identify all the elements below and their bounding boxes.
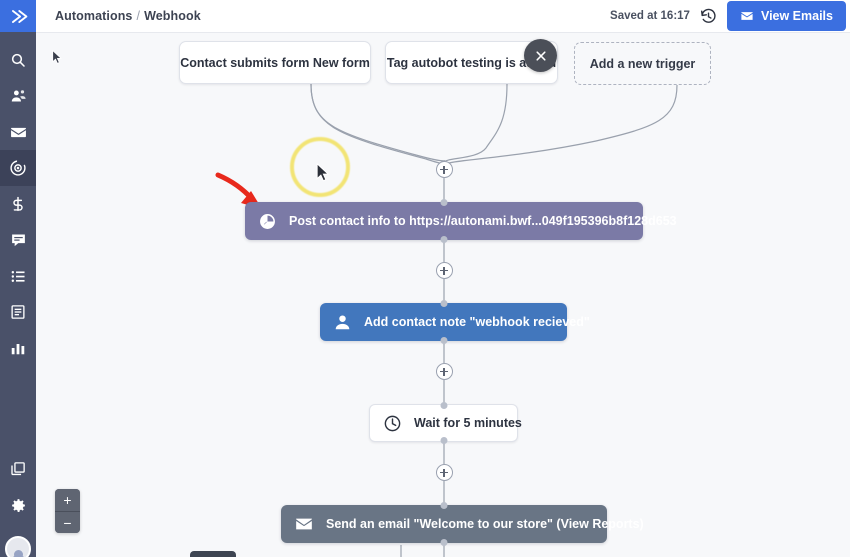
- trigger-card-1[interactable]: Contact submits form New form: [179, 41, 371, 84]
- step-node-contact-note-label: Add contact note "webhook recieved": [364, 315, 590, 329]
- mouse-pointer-icon: [316, 162, 331, 188]
- node-port-bottom: [440, 437, 447, 444]
- avatar[interactable]: [0, 527, 36, 557]
- automation-canvas[interactable]: Contact submits form New form Tag autobo…: [36, 33, 850, 557]
- breadcrumb: Automations / Webhook: [55, 9, 201, 23]
- breadcrumb-root[interactable]: Automations: [55, 9, 133, 23]
- step-node-webhook[interactable]: Post contact info to https://autonami.bw…: [245, 199, 677, 243]
- user-avatar-icon: [5, 536, 31, 557]
- add-new-trigger-label: Add a new trigger: [589, 56, 696, 71]
- add-step-button-4[interactable]: [435, 464, 453, 481]
- automation-builder-window: Automations / Webhook Saved at 16:17 View …: [0, 0, 850, 557]
- clock-rewind-icon[interactable]: [700, 8, 717, 25]
- breadcrumb-separator: /: [136, 9, 141, 23]
- node-port-top: [440, 502, 448, 509]
- zoom-in-button[interactable]: +: [55, 489, 80, 511]
- step-node-webhook-label: Post contact info to https://autonami.bw…: [289, 214, 677, 228]
- node-port-top: [440, 300, 447, 307]
- sidebar-item-settings[interactable]: [0, 487, 36, 523]
- envelope-icon: [294, 514, 314, 534]
- zoom-controls: + −: [55, 489, 80, 533]
- gear-icon: [11, 498, 25, 512]
- node-port-bottom: [440, 236, 448, 243]
- step-node-wait[interactable]: Wait for 5 minutes: [369, 402, 522, 444]
- sidebar-item-reports[interactable]: [0, 330, 36, 366]
- node-port-bottom: [440, 539, 448, 546]
- double-chevron-right-icon: [11, 9, 27, 23]
- sidebar-item-automations[interactable]: [0, 150, 36, 186]
- webhook-icon: [258, 212, 277, 231]
- contacts-icon: [11, 89, 26, 101]
- add-new-trigger-card[interactable]: Add a new trigger: [574, 42, 711, 85]
- trigger-card-1-label: Contact submits form New form: [180, 55, 370, 70]
- bar-chart-icon: [11, 344, 25, 355]
- copy-icon: [11, 462, 25, 476]
- dollar-icon: [13, 196, 23, 212]
- sidebar-item-campaigns[interactable]: [0, 114, 36, 150]
- zoom-out-button[interactable]: −: [55, 511, 80, 533]
- step-node-wait-label: Wait for 5 minutes: [414, 416, 522, 430]
- step-node-partial-below[interactable]: [190, 551, 236, 557]
- main-sidebar: [0, 0, 36, 557]
- node-port-top: [440, 402, 447, 409]
- close-button[interactable]: [524, 39, 557, 72]
- search-icon: [11, 53, 25, 67]
- add-step-button-1[interactable]: [435, 161, 453, 178]
- chat-icon: [11, 233, 25, 246]
- sidebar-item-templates[interactable]: [0, 451, 36, 487]
- close-icon: [535, 50, 546, 61]
- breadcrumb-current: Webhook: [144, 9, 201, 23]
- app-logo[interactable]: [0, 0, 36, 32]
- step-node-send-email-label: Send an email "Welcome to our store" (Vi…: [326, 517, 644, 531]
- sidebar-item-contacts[interactable]: [0, 78, 36, 114]
- top-bar: Automations / Webhook Saved at 16:17 View …: [36, 0, 850, 33]
- top-bar-actions: Saved at 16:17 View Emails: [610, 1, 850, 31]
- mail-icon: [10, 127, 26, 137]
- automations-icon: [10, 159, 26, 176]
- secondary-mouse-pointer-icon: [52, 50, 62, 64]
- contact-note-icon: [333, 313, 352, 332]
- connector-trigger-2: [443, 83, 508, 164]
- step-node-send-email[interactable]: Send an email "Welcome to our store" (Vi…: [281, 502, 644, 546]
- sidebar-item-conversations[interactable]: [0, 222, 36, 258]
- envelope-icon: [741, 12, 753, 20]
- view-emails-label: View Emails: [760, 9, 833, 23]
- sidebar-item-lists[interactable]: [0, 258, 36, 294]
- step-node-contact-note[interactable]: Add contact note "webhook recieved": [320, 300, 590, 344]
- node-port-bottom: [440, 337, 447, 344]
- sidebar-item-search[interactable]: [0, 42, 36, 78]
- list-icon: [11, 270, 25, 282]
- add-step-button-3[interactable]: [435, 363, 453, 380]
- add-step-button-2[interactable]: [435, 262, 453, 279]
- clock-icon: [383, 414, 402, 433]
- forms-icon: [11, 305, 25, 319]
- sidebar-item-forms[interactable]: [0, 294, 36, 330]
- node-port-top: [440, 199, 448, 206]
- saved-status: Saved at 16:17: [610, 10, 690, 22]
- view-emails-button[interactable]: View Emails: [726, 1, 846, 31]
- sidebar-item-revenue[interactable]: [0, 186, 36, 222]
